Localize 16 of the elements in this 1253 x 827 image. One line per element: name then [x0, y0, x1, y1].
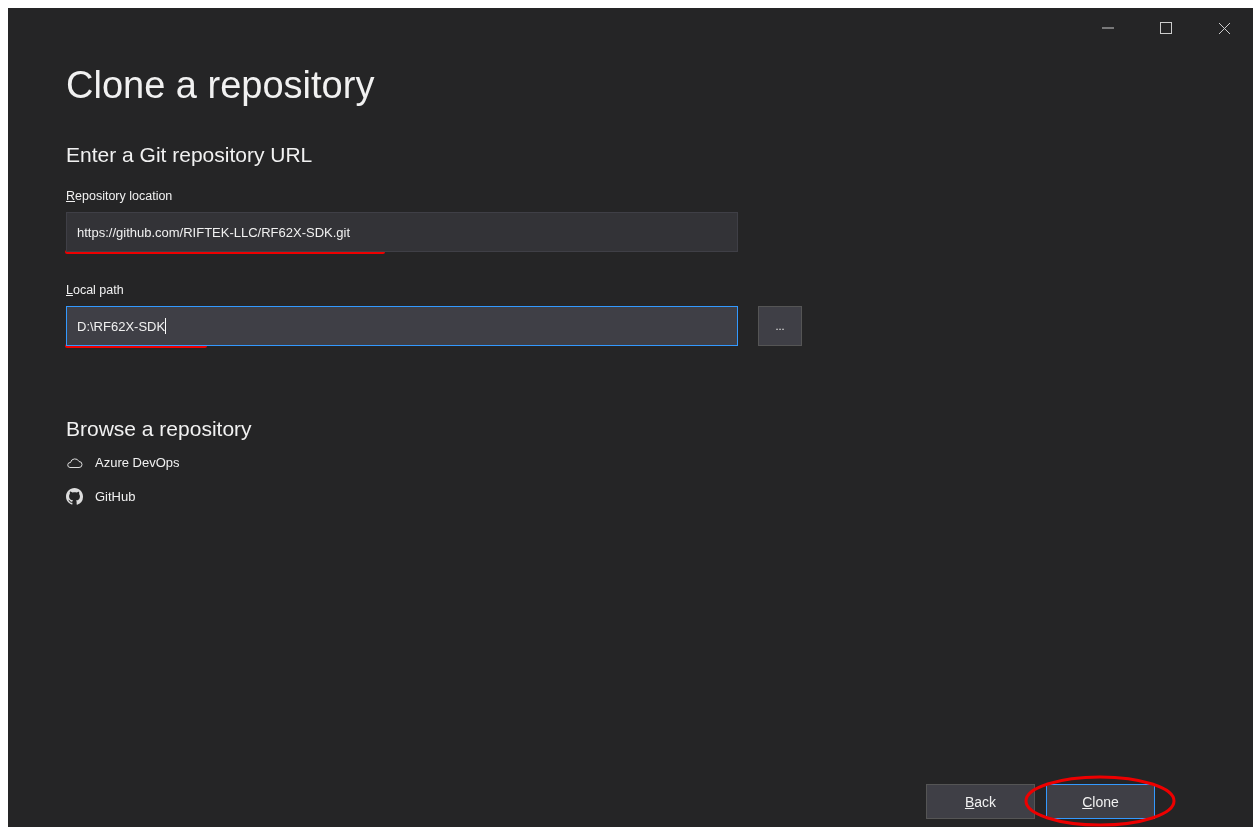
dialog-button[interactable]: Back [926, 784, 1035, 819]
service-link[interactable]: Azure DevOps [95, 455, 180, 470]
github-icon [66, 488, 83, 505]
browse-button[interactable]: ... [758, 306, 802, 346]
field-label: Repository location [66, 189, 174, 203]
maximize-icon[interactable] [1160, 22, 1172, 34]
section-heading: Browse a repository [66, 417, 253, 441]
field-label: Local path [66, 283, 125, 297]
close-icon[interactable] [1217, 21, 1231, 35]
cloud-icon [66, 457, 83, 468]
section-heading: Enter a Git repository URL [66, 143, 314, 167]
service-link[interactable]: GitHub [95, 489, 136, 504]
text-field[interactable]: https://github.com/RIFTEK-LLC/RF62X-SDK.git [66, 212, 738, 252]
page-title: Clone a repository [66, 64, 376, 107]
dialog-button[interactable]: Clone [1046, 784, 1155, 819]
text-field[interactable]: D:\RF62X-SDK [66, 306, 738, 346]
